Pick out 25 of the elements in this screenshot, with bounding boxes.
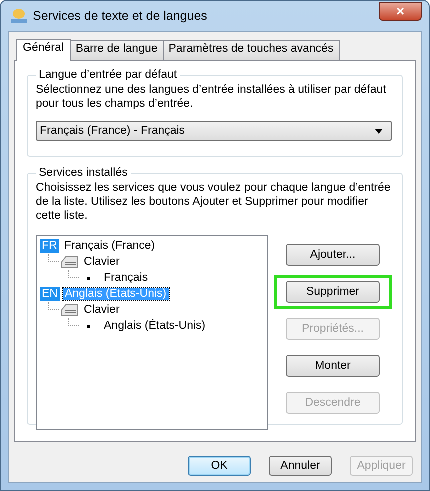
caret-icon: [375, 128, 383, 134]
language-dropdown[interactable]: Français (France) - Français: [36, 121, 392, 141]
button[interactable]: Ajouter...: [286, 244, 380, 266]
group-description: Sélectionnez une des langues d’entrée installées à utiliser par défaut pour tous les champs d’entrée.: [36, 83, 388, 111]
tab[interactable]: Barre de langue: [70, 40, 164, 60]
button[interactable]: Supprimer: [286, 281, 380, 303]
tree-item[interactable]: Anglais (États-Unis): [102, 320, 208, 332]
button[interactable]: OK: [188, 456, 251, 476]
keyboard-icon: [61, 302, 79, 318]
group-description: Choisissez les services que vous voulez pour chaque langue d’entrée de la liste. Utilisez les boutons Ajouter et Supprimer pour modifier cette liste.: [36, 181, 392, 223]
tree-item[interactable]: Français: [102, 272, 150, 284]
button[interactable]: Annuler: [269, 456, 332, 476]
button[interactable]: Monter: [286, 355, 380, 377]
tree-item[interactable]: Clavier: [82, 256, 122, 268]
keyboard-icon: [61, 254, 79, 270]
language-badge: EN: [40, 287, 60, 301]
language-badge: FR: [40, 239, 60, 253]
tab[interactable]: Paramètres de touches avancés: [162, 40, 340, 60]
tree-item[interactable]: Français (France): [62, 240, 158, 252]
group-title: Langue d’entrée par défaut: [36, 68, 180, 83]
bullet-icon: [87, 324, 90, 328]
bullet-icon: [87, 276, 90, 280]
window-title: Services de texte et de langues: [33, 9, 208, 23]
tab[interactable]: Général: [16, 39, 71, 61]
tree-item[interactable]: Clavier: [82, 304, 122, 316]
